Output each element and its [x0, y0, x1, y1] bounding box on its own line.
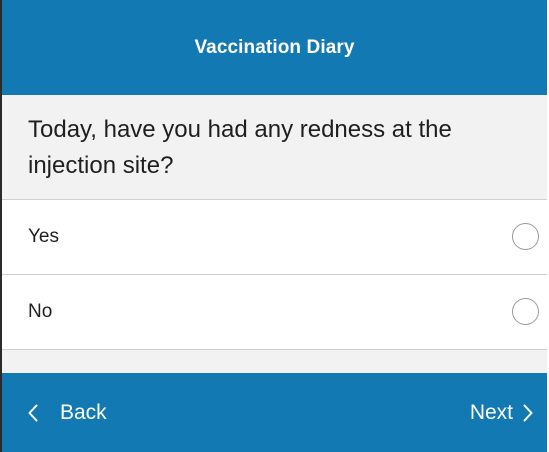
question-text: Today, have you had any redness at the i… [28, 116, 452, 179]
question-panel: Today, have you had any redness at the i… [2, 95, 547, 199]
option-label: Yes [28, 226, 59, 247]
next-button[interactable]: Next [470, 373, 533, 452]
footer-nav: Back Next [2, 373, 547, 452]
back-button[interactable]: Back [28, 373, 107, 452]
radio-unchecked-icon[interactable] [512, 223, 539, 250]
radio-unchecked-icon[interactable] [512, 298, 539, 325]
back-label: Back [60, 400, 107, 424]
answer-options: Yes No [2, 199, 547, 350]
option-label: No [28, 301, 53, 322]
option-yes[interactable]: Yes [2, 199, 547, 274]
option-no[interactable]: No [2, 274, 547, 350]
app-header: Vaccination Diary [2, 0, 547, 95]
chevron-left-icon [28, 404, 38, 422]
page-title: Vaccination Diary [194, 36, 355, 58]
chevron-right-icon [523, 404, 533, 422]
vaccination-diary-screen: Vaccination Diary Today, have you had an… [0, 0, 547, 452]
next-label: Next [469, 400, 513, 424]
